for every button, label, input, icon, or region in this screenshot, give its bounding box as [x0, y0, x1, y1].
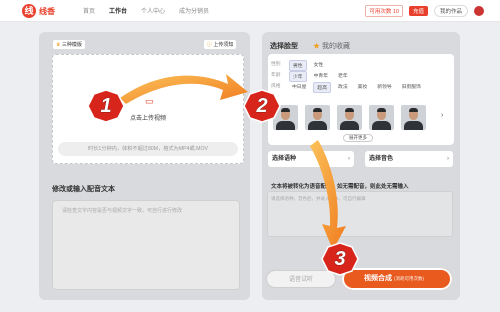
filter-option[interactable]: 中日屋: [289, 82, 309, 93]
filter-row-gender: 性别 男性 女性: [271, 60, 326, 71]
timbre-select[interactable]: 选择音色 ›: [365, 151, 453, 167]
star-icon: ★: [313, 43, 320, 50]
voice-type-select[interactable]: 选择语种 ›: [268, 151, 354, 167]
voice-text-placeholder: 请选择语种，音色后，并录入文本，可自行编辑: [271, 196, 366, 201]
tab-select-model[interactable]: 选择脸型: [270, 41, 298, 51]
avatar[interactable]: [474, 6, 484, 16]
upload-notice-badge[interactable]: ⓘ 上传须知: [204, 40, 237, 49]
template-badge-label: 三种模版: [61, 42, 82, 48]
chevron-right-icon: ›: [447, 156, 449, 162]
filter-option[interactable]: 超高: [313, 82, 332, 93]
step-number-2: 2: [256, 95, 268, 117]
logo-mark-icon: 线: [22, 4, 36, 18]
filter-option[interactable]: 美妆: [355, 82, 371, 93]
nav-profile[interactable]: 个人中心: [141, 6, 165, 15]
logo[interactable]: 线 线香: [22, 4, 55, 18]
filter-option[interactable]: 女性: [311, 60, 327, 71]
model-portrait[interactable]: [369, 105, 394, 130]
video-upload-icon: ▭: [145, 96, 154, 106]
top-navigation-bar: 线 线香 首页 工作台 个人中心 成为分销员 可用次数 10 充值 我的作品: [0, 0, 500, 22]
model-portrait-list: [273, 105, 426, 130]
filter-option[interactable]: 新领导: [374, 82, 394, 93]
filter-row-age: 年龄 少年 中青年 老年: [271, 71, 351, 82]
voice-text-notice: 文本将被转化为语音配音，如无需配音，则此处无需输入: [271, 184, 409, 190]
logo-text: 线香: [39, 6, 55, 16]
filter-option[interactable]: 老年: [335, 71, 351, 82]
upload-notice-label: 上传须知: [213, 42, 234, 48]
timbre-select-label: 选择音色: [369, 156, 394, 162]
dub-text-title: 修改或输入配音文本: [52, 186, 115, 193]
video-compose-sublabel: (消耗可用次数): [393, 276, 424, 281]
expand-more-button[interactable]: 展开更多: [343, 134, 373, 142]
filter-label: 性别: [271, 62, 281, 67]
recharge-button[interactable]: 充值: [408, 6, 428, 16]
tab-favorites-label: 我的收藏: [321, 43, 350, 50]
video-compose-button[interactable]: 视频合成 (消耗可用次数): [342, 268, 452, 290]
video-compose-label: 视频合成: [364, 275, 392, 282]
header-actions: 可用次数 10 充值 我的作品: [365, 5, 484, 17]
nav-home[interactable]: 首页: [83, 6, 95, 15]
filter-option[interactable]: 旧街服饰: [399, 82, 424, 93]
model-portrait[interactable]: [337, 105, 362, 130]
dub-text-placeholder: 请检查文字内容是否与视频文字一致，可自行进行修改: [62, 208, 183, 214]
filter-option[interactable]: 中青年: [311, 71, 331, 82]
info-icon: ⓘ: [207, 42, 213, 48]
upload-hint: 时长1分钟内，体积不超过80M，格式为MP4或.MOV: [58, 142, 238, 156]
filter-option[interactable]: 政法: [335, 82, 351, 93]
tab-favorites[interactable]: ★ 我的收藏: [313, 41, 350, 51]
nav-workbench[interactable]: 工作台: [109, 6, 127, 15]
my-works-button[interactable]: 我的作品: [433, 5, 468, 17]
voice-type-select-label: 选择语种: [272, 156, 297, 162]
model-portrait[interactable]: [305, 105, 330, 130]
model-portrait[interactable]: [273, 105, 298, 130]
chevron-right-icon[interactable]: ›: [441, 112, 443, 119]
step-number-1: 1: [100, 95, 112, 117]
chevron-right-icon: ›: [348, 156, 350, 162]
filter-option[interactable]: 男性: [289, 60, 307, 71]
crown-icon: ♛: [56, 42, 61, 48]
filter-option[interactable]: 少年: [289, 71, 307, 82]
main-nav: 首页 工作台 个人中心 成为分销员: [83, 6, 209, 15]
step-number-3: 3: [334, 248, 346, 270]
balance-badge: 可用次数 10: [365, 5, 403, 17]
upload-label[interactable]: 点击上传视频: [130, 113, 166, 122]
template-badge[interactable]: ♛ 三种模版: [53, 40, 85, 49]
filter-label: 年龄: [271, 73, 281, 78]
filter-row-style: 风格 中日屋 超高 政法 美妆 新领导 旧街服饰: [271, 82, 424, 93]
model-portrait[interactable]: [401, 105, 426, 130]
nav-distributor[interactable]: 成为分销员: [179, 6, 209, 15]
